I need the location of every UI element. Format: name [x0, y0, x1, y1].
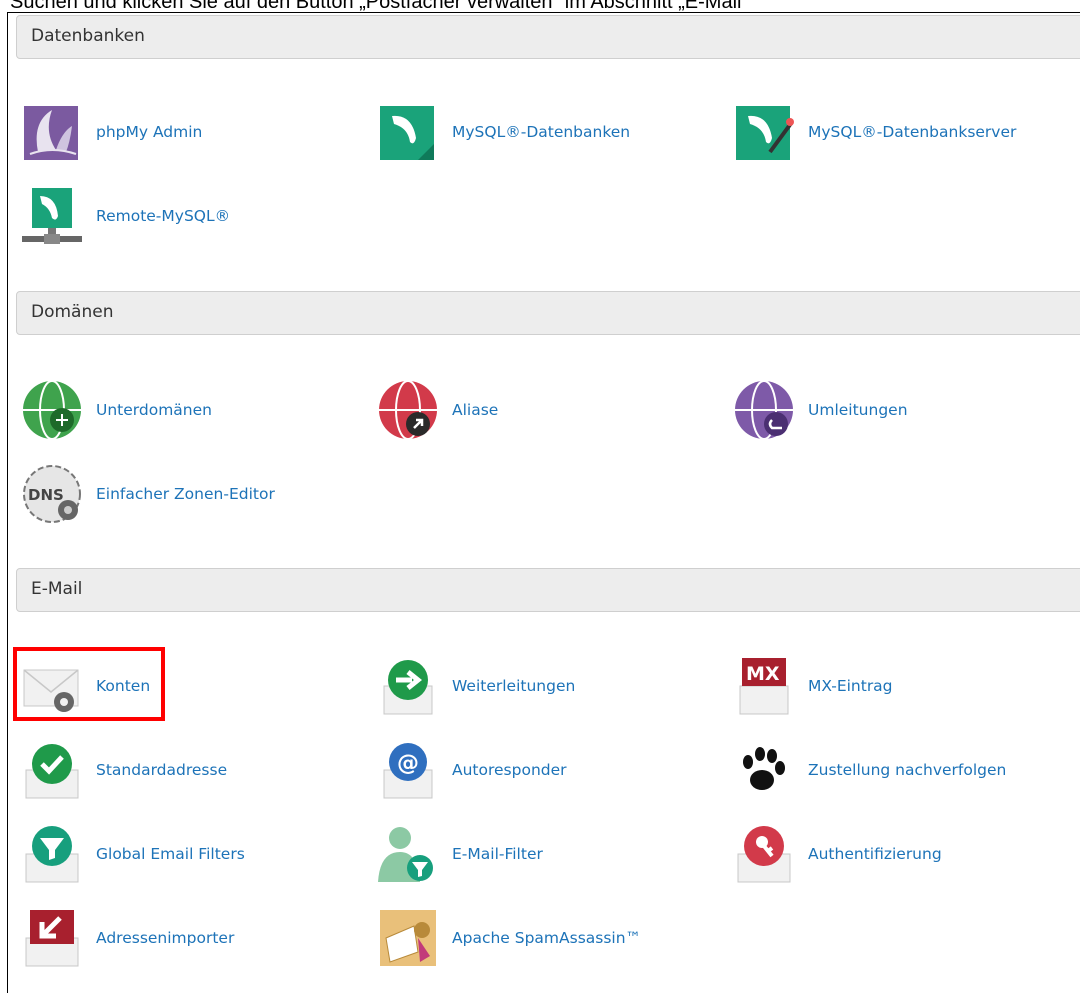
- forwarders-icon: [378, 656, 438, 716]
- item-aliases[interactable]: Aliase: [378, 378, 498, 442]
- item-label: Umleitungen: [808, 401, 908, 419]
- item-label: Global Email Filters: [96, 845, 245, 863]
- mx-entry-icon: MX: [734, 656, 794, 716]
- item-forwarders[interactable]: Weiterleitungen: [378, 654, 575, 718]
- redirects-icon: [734, 380, 794, 440]
- item-global-email-filters[interactable]: Global Email Filters: [22, 822, 245, 886]
- svg-text:MX: MX: [746, 663, 780, 685]
- item-dns-zone-editor[interactable]: DNS Einfacher Zonen-Editor: [22, 462, 275, 526]
- address-importer-icon: [22, 908, 82, 968]
- item-spamassassin[interactable]: Apache SpamAssassin™: [378, 906, 641, 970]
- item-address-importer[interactable]: Adressenimporter: [22, 906, 234, 970]
- section-header-email[interactable]: E-Mail: [16, 568, 1080, 612]
- email-filter-icon: [378, 824, 438, 884]
- item-label: MX-Eintrag: [808, 677, 893, 695]
- svg-text:@: @: [397, 751, 419, 776]
- highlight-box: [13, 647, 165, 721]
- item-label: MySQL®-Datenbanken: [452, 123, 631, 141]
- item-label: Adressenimporter: [96, 929, 235, 947]
- subdomains-icon: [22, 380, 82, 440]
- track-delivery-icon: [734, 740, 794, 800]
- item-remote-mysql[interactable]: Remote-MySQL®: [22, 184, 230, 248]
- item-email-filter[interactable]: E-Mail-Filter: [378, 822, 543, 886]
- item-default-address[interactable]: Standardadresse: [22, 738, 227, 802]
- spamassassin-icon: [378, 908, 438, 968]
- item-label: Remote-MySQL®: [96, 207, 231, 225]
- item-mysql-database-wizard[interactable]: MySQL®-Datenbankserver: [734, 100, 1016, 164]
- aliases-icon: [378, 380, 438, 440]
- item-label: E-Mail-Filter: [452, 845, 543, 863]
- item-track-delivery[interactable]: Zustellung nachverfolgen: [734, 738, 1006, 802]
- phpmyadmin-icon: [22, 102, 82, 162]
- autoresponder-icon: @: [378, 740, 438, 800]
- item-label: phpMy Admin: [96, 123, 203, 141]
- item-label: Unterdomänen: [96, 401, 212, 419]
- item-label: Weiterleitungen: [452, 677, 576, 695]
- item-label: MySQL®-Datenbankserver: [808, 123, 1017, 141]
- section-header-databases[interactable]: Datenbanken: [16, 15, 1080, 59]
- item-label: Autoresponder: [452, 761, 567, 779]
- item-mx-entry[interactable]: MX MX-Eintrag: [734, 654, 893, 718]
- mysql-database-wizard-icon: [734, 102, 794, 162]
- svg-text:DNS: DNS: [28, 486, 64, 504]
- item-phpmyadmin[interactable]: phpMy Admin: [22, 100, 202, 164]
- item-label: Zustellung nachverfolgen: [808, 761, 1007, 779]
- dns-zone-editor-icon: DNS: [22, 464, 82, 524]
- authentication-icon: [734, 824, 794, 884]
- remote-mysql-icon: [22, 186, 82, 246]
- mysql-databases-icon: [378, 102, 438, 162]
- global-email-filters-icon: [22, 824, 82, 884]
- item-subdomains[interactable]: Unterdomänen: [22, 378, 212, 442]
- section-header-domains[interactable]: Domänen: [16, 291, 1080, 335]
- item-label: Apache SpamAssassin™: [452, 929, 642, 947]
- default-address-icon: [22, 740, 82, 800]
- item-label: Aliase: [452, 401, 499, 419]
- item-label: Einfacher Zonen-Editor: [96, 485, 275, 503]
- item-mysql-databases[interactable]: MySQL®-Datenbanken: [378, 100, 630, 164]
- item-label: Authentifizierung: [808, 845, 942, 863]
- item-authentication[interactable]: Authentifizierung: [734, 822, 942, 886]
- item-autoresponder[interactable]: @ Autoresponder: [378, 738, 567, 802]
- item-label: Standardadresse: [96, 761, 228, 779]
- item-redirects[interactable]: Umleitungen: [734, 378, 908, 442]
